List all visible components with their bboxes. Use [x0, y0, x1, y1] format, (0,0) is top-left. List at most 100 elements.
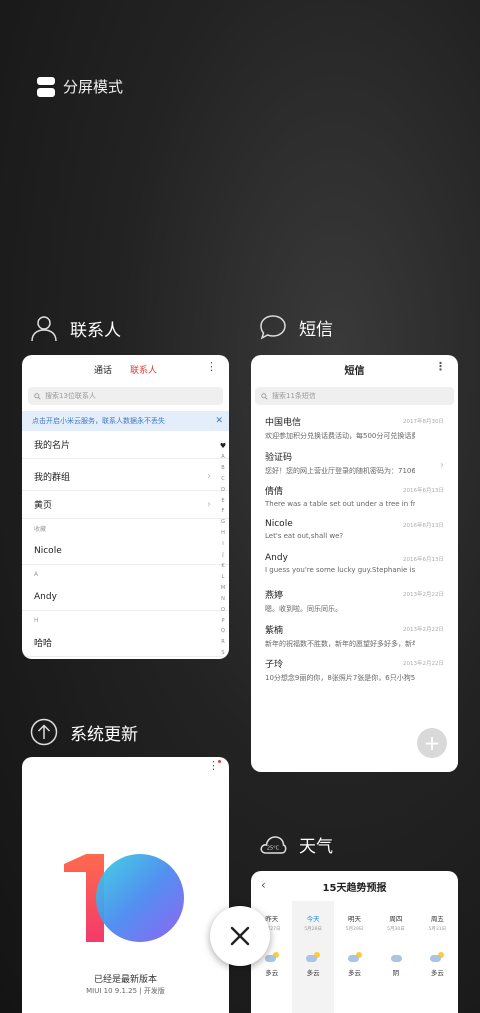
cloud-service-banner[interactable]: 点击开启小米云服务，联系人数据永不丢失 ✕ [22, 411, 229, 431]
forecast-days: 昨天 5月27日 多云 今天 5月28日 多云 明天 5月29日 多云 周四 5… [251, 901, 458, 1013]
more-options-icon[interactable]: ⋮ [208, 760, 219, 771]
sms-preview: There was a table set out under a tree i… [265, 500, 415, 509]
updater-app-card[interactable]: ⋮ 已经是最新版本 MIUI 10 9.1.25 | 开发版 [22, 757, 229, 1013]
close-banner-icon[interactable]: ✕ [215, 416, 223, 426]
contact-row-nicole[interactable]: Nicole [22, 537, 229, 565]
sms-thread-row[interactable]: Nicole Let's eat out,shall we? 2016年6月13… [251, 515, 458, 550]
weather-app-header[interactable]: 25°C 天气 [259, 832, 333, 857]
clear-all-button[interactable] [210, 906, 270, 966]
weather-title-bar: ‹ 15天趋势预报 [251, 871, 458, 901]
updater-app-name: 系统更新 [70, 724, 138, 745]
sms-title-bar: 短信 ⋮ [251, 355, 458, 383]
forecast-day[interactable]: 周四 5月30日 阴 [375, 901, 416, 1013]
sms-date: 2017年8月30日 [403, 419, 444, 425]
alphabet-index-letter[interactable]: B [221, 463, 224, 474]
sms-app-header[interactable]: 短信 [259, 314, 333, 340]
sms-preview: 嗯。收到啦。同乐同乐。 [265, 604, 342, 613]
alphabet-index-letter[interactable]: P [221, 616, 224, 627]
day-condition: 多云 [348, 969, 362, 977]
alphabet-index-letter[interactable]: E [221, 496, 224, 507]
alphabet-index-letter[interactable]: S [221, 648, 224, 659]
day-name: 今天 [306, 915, 320, 923]
sms-thread-row[interactable]: 燕婷 嗯。收到啦。同乐同乐。 2013年2月22日 [251, 584, 458, 619]
weather-app-card[interactable]: ‹ 15天趋势预报 昨天 5月27日 多云 今天 5月28日 多云 明天 5月2… [251, 871, 458, 1013]
partly-cloudy-icon [430, 952, 445, 962]
contacts-app-header[interactable]: 联系人 [30, 314, 121, 342]
contact-row-haha[interactable]: 哈哈 [22, 629, 229, 657]
alphabet-index[interactable]: ♥ A B C D E F G H I J K L M N O P Q R S [219, 441, 227, 659]
plus-icon: + [423, 731, 441, 755]
alphabet-index-letter[interactable]: M [221, 583, 225, 594]
sms-thread-row[interactable]: 子玲 10分想念9丽的你，8张照片7张是你，6只小狗5只… 2013年2月22日 [251, 653, 458, 688]
list-item-label: 我的名片 [34, 441, 71, 451]
sms-thread-row[interactable]: 中国电信 欢迎参加积分兑换话费活动，每500分可兑换话费… 2017年8月30日 [251, 411, 458, 446]
contacts-list: 我的名片 我的群组 › 黄页 › 收藏 Nicole A Andy H 哈哈 [22, 431, 229, 657]
sms-date: 2013年2月22日 [403, 661, 444, 668]
list-item-label: 我的群组 [34, 473, 71, 483]
back-arrow-icon[interactable]: ‹ [261, 878, 266, 892]
weather-icon-temp: 25°C [267, 845, 280, 851]
contact-row-andy[interactable]: Andy [22, 583, 229, 611]
alphabet-index-letter[interactable]: F [222, 506, 225, 517]
yellow-pages-row[interactable]: 黄页 › [22, 491, 229, 519]
my-groups-row[interactable]: 我的群组 › [22, 463, 229, 491]
tab-contacts[interactable]: 联系人 [130, 363, 157, 376]
more-options-icon[interactable]: ⋮ [435, 361, 446, 372]
forecast-day-today[interactable]: 今天 5月28日 多云 [292, 901, 334, 1013]
day-condition: 多云 [306, 969, 320, 977]
sms-thread-list: 中国电信 欢迎参加积分兑换话费活动，每500分可兑换话费… 2017年8月30日… [251, 411, 458, 688]
person-icon [31, 316, 57, 342]
forecast-day[interactable]: 周五 5月31日 多云 [417, 901, 458, 1013]
sms-date: 2016年6月13日 [403, 488, 444, 495]
day-condition: 阴 [392, 969, 400, 977]
sms-date: 2013年2月22日 [403, 626, 444, 633]
search-icon [34, 392, 41, 400]
sms-thread-row[interactable]: 验证码 您好！您的网上营业厅登录的随机密码为：71067… › [251, 446, 458, 481]
split-screen-label: 分屏模式 [63, 78, 124, 96]
sms-app-card[interactable]: 短信 ⋮ 搜索11条短信 中国电信 欢迎参加积分兑换话费活动，每500分可兑换话… [251, 355, 458, 772]
alphabet-index-letter[interactable]: H [221, 528, 225, 539]
day-date: 5月30日 [387, 927, 405, 932]
contacts-app-card[interactable]: 通话 联系人 ⋮ 搜索13位联系人 点击开启小米云服务，联系人数据永不丢失 ✕ … [22, 355, 229, 659]
alphabet-index-letter[interactable]: A [221, 452, 224, 463]
alphabet-index-letter[interactable]: L [222, 572, 225, 583]
alphabet-index-letter[interactable]: G [221, 517, 225, 528]
split-screen-mode-button[interactable]: 分屏模式 [37, 76, 123, 97]
alphabet-index-letter[interactable]: K [221, 561, 224, 572]
chat-bubble-icon [260, 315, 286, 340]
section-header-h: H [34, 616, 39, 624]
forecast-day[interactable]: 明天 5月29日 多云 [334, 901, 375, 1013]
sms-thread-row[interactable]: 倩倩 There was a table set out under a tre… [251, 480, 458, 515]
day-date: 5月29日 [345, 927, 364, 932]
alphabet-index-letter[interactable]: ♥ [220, 441, 226, 452]
my-card-row[interactable]: 我的名片 [22, 431, 229, 459]
tab-calls[interactable]: 通话 [94, 363, 112, 376]
sms-sender: 验证码 [265, 452, 293, 463]
alphabet-index-letter[interactable]: O [221, 605, 225, 616]
contacts-search-input[interactable]: 搜索13位联系人 [28, 387, 223, 405]
new-message-button[interactable]: + [417, 728, 447, 758]
sms-thread-row[interactable]: Andy I guess you're some lucky guy.Steph… [251, 549, 458, 584]
sms-preview: I guess you're some lucky guy.Stephanie … [265, 566, 415, 575]
partly-cloudy-icon [306, 952, 321, 962]
alphabet-index-letter[interactable]: J [222, 550, 223, 561]
sms-search-input[interactable]: 搜索11条短信 [255, 387, 454, 405]
chevron-right-icon: › [440, 459, 444, 471]
sms-date: 2016年6月13日 [403, 557, 444, 564]
alphabet-index-letter[interactable]: C [221, 474, 225, 485]
day-name: 昨天 [265, 915, 279, 923]
sms-preview: Let's eat out,shall we? [265, 531, 344, 540]
updater-app-header[interactable]: 系统更新 [30, 718, 138, 746]
alphabet-index-letter[interactable]: N [221, 594, 225, 605]
list-item-label: Andy [34, 591, 57, 602]
partly-cloudy-icon [264, 952, 279, 962]
alphabet-index-letter[interactable]: Q [221, 626, 225, 637]
alphabet-index-letter[interactable]: I [222, 539, 223, 550]
split-screen-icon [37, 76, 55, 97]
sms-preview: 10分想念9丽的你，8张照片7张是你，6只小狗5只… [265, 674, 415, 683]
alphabet-index-letter[interactable]: D [221, 485, 225, 496]
alphabet-index-letter[interactable]: R [221, 637, 224, 648]
more-options-icon[interactable]: ⋮ [206, 361, 217, 372]
sms-thread-row[interactable]: 紫楠 新年的祝福数不胜数，新年的愿望好多好多，新年… 2013年2月22日 [251, 619, 458, 654]
notification-dot [218, 760, 221, 763]
